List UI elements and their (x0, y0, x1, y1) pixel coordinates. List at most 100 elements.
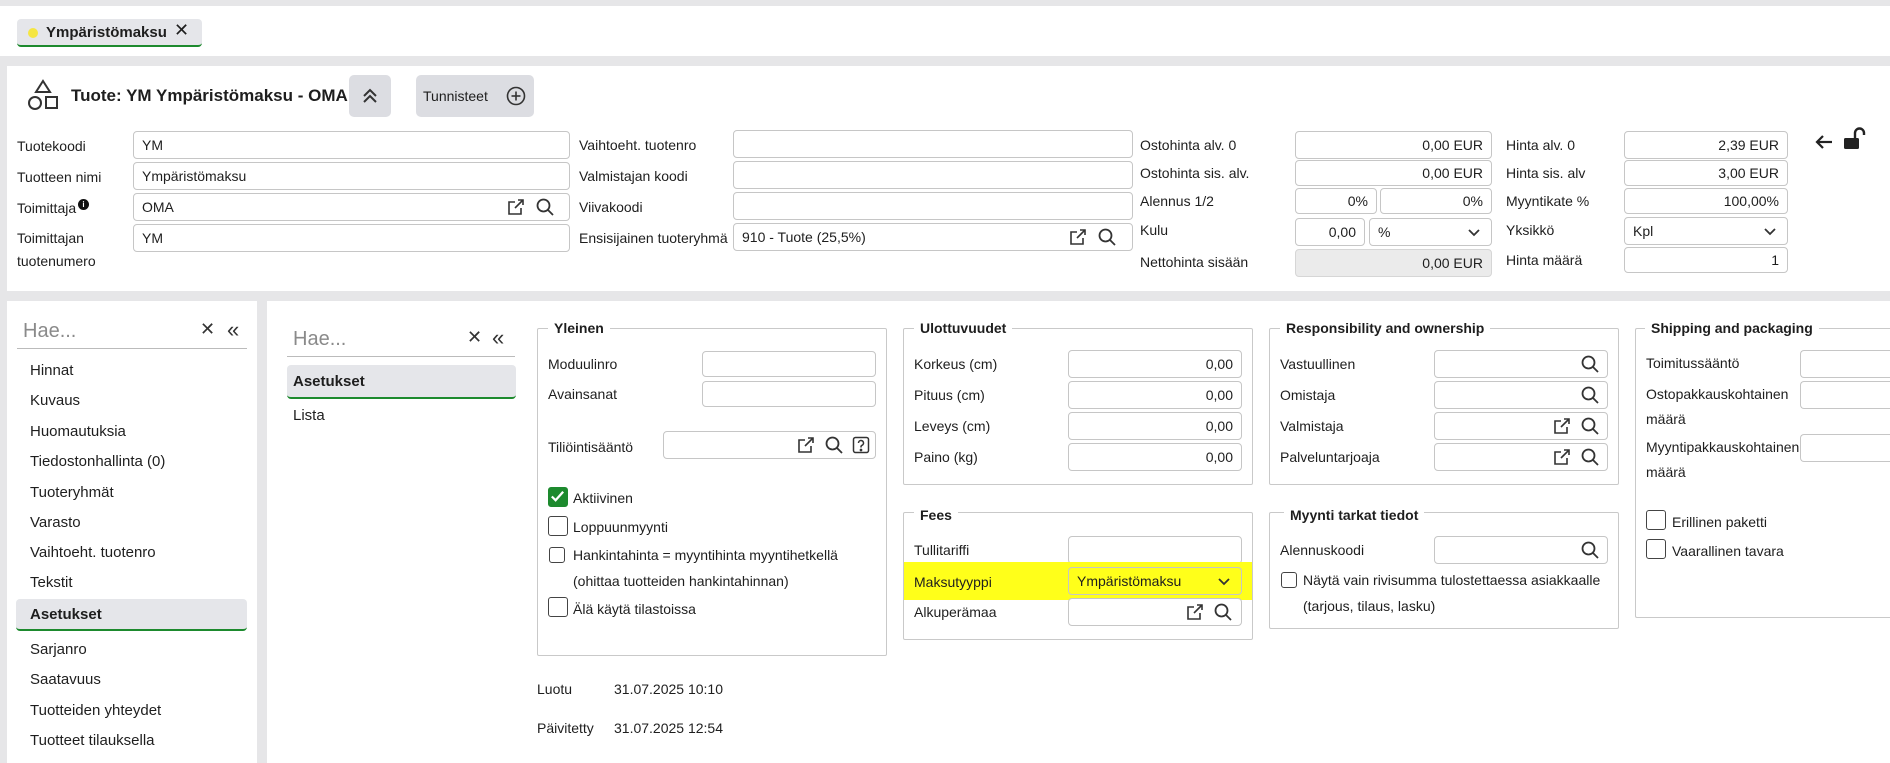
sidebar-item-tuotteet-tilauksella[interactable]: Tuotteet tilauksella (30, 732, 155, 749)
collapse-header-button[interactable] (349, 75, 391, 117)
ostohinta-alv0-input[interactable]: 0,00 EUR (1295, 131, 1492, 159)
sidebar-item-varasto[interactable]: Varasto (30, 514, 81, 531)
myyntipakkaus-label-1: Myyntipakkauskohtainen (1646, 439, 1800, 455)
kulu-label: Kulu (1140, 222, 1169, 238)
nettohinta-label: Nettohinta sisään (1140, 254, 1249, 270)
sidebar-item-saatavuus[interactable]: Saatavuus (30, 671, 101, 688)
tiliointisaanto-input[interactable] (663, 431, 876, 459)
hinta-alv0-input[interactable]: 2,39 EUR (1624, 131, 1788, 159)
yksikko-label: Yksikkö (1506, 222, 1555, 238)
open-external-icon[interactable] (796, 435, 816, 455)
valmistajan-koodi-label: Valmistajan koodi (579, 168, 688, 184)
kulu-unit-select[interactable]: % (1369, 218, 1492, 246)
search-icon[interactable] (1580, 540, 1600, 560)
alennus1-input[interactable]: 0% (1295, 188, 1377, 214)
yksikko-value: Kpl (1633, 223, 1654, 239)
currency-unit: EUR (1453, 137, 1483, 153)
collapse-left-icon[interactable]: « (227, 317, 239, 343)
ostopakkaus-input[interactable] (1800, 381, 1890, 409)
pituus-input[interactable]: 0,00 (1068, 381, 1242, 409)
open-external-icon[interactable] (506, 197, 526, 217)
aktiivinen-checkbox[interactable] (548, 487, 568, 507)
vaarallinen-tavara-checkbox[interactable] (1646, 539, 1666, 559)
tuotteen-nimi-label: Tuotteen nimi (17, 169, 102, 185)
moduulinro-input[interactable] (702, 351, 876, 377)
vastuullinen-label: Vastuullinen (1280, 356, 1356, 372)
korkeus-input[interactable]: 0,00 (1068, 350, 1242, 378)
toimitussaanto-input[interactable] (1800, 350, 1890, 378)
sidebar-item-tuoteryhmat[interactable]: Tuoteryhmät (30, 484, 114, 501)
back-arrow-icon[interactable] (1812, 130, 1836, 154)
search-icon[interactable] (1580, 447, 1600, 467)
search-icon[interactable] (535, 197, 555, 217)
ostohinta-sis-input[interactable]: 0,00 EUR (1295, 160, 1492, 186)
search-icon[interactable] (1097, 227, 1117, 247)
avainsanat-input[interactable] (702, 381, 876, 407)
maksutyyppi-select[interactable]: Ympäristömaksu (1068, 567, 1242, 595)
clear-icon[interactable]: ✕ (467, 327, 482, 348)
clear-icon[interactable]: ✕ (200, 319, 215, 340)
sidebar-search-input[interactable]: Hae... (23, 320, 76, 343)
open-external-icon[interactable] (1552, 447, 1572, 467)
tags-button[interactable]: Tunnisteet (416, 75, 534, 117)
sidebar-item-huomautuksia[interactable]: Huomautuksia (30, 423, 126, 440)
search-icon[interactable] (824, 435, 844, 455)
collapse-left-icon[interactable]: « (492, 325, 504, 351)
subnav-search-input[interactable]: Hae... (293, 328, 346, 351)
sidebar-item-asetukset[interactable]: Asetukset (30, 606, 102, 623)
erillinen-paketti-checkbox[interactable] (1646, 510, 1666, 530)
tab-ymparistomaksu[interactable]: Ympäristömaksu ✕ (17, 19, 202, 47)
unlock-icon[interactable] (1841, 126, 1867, 152)
tullitariffi-input[interactable] (1068, 536, 1242, 564)
hinta-sis-input[interactable]: 3,00 EUR (1624, 160, 1788, 186)
alennuskoodi-label: Alennuskoodi (1280, 542, 1365, 558)
tuotekoodi-input[interactable]: YM (133, 131, 570, 159)
loppuunmyynti-checkbox[interactable] (548, 516, 568, 536)
sidebar-item-vaihtoeht[interactable]: Vaihtoeht. tuotenro (30, 544, 156, 561)
hinta-sis-label: Hinta sis. alv (1506, 165, 1586, 181)
toimittajan-tuotenumero-input[interactable]: YM (133, 224, 570, 252)
ala-kayta-checkbox[interactable] (548, 597, 568, 617)
help-icon[interactable] (851, 435, 871, 455)
open-external-icon[interactable] (1185, 602, 1205, 622)
vaihtoeht-tuotenro-input[interactable] (733, 130, 1133, 158)
toimittaja-input[interactable]: OMA (133, 193, 570, 221)
viivakoodi-input[interactable] (733, 192, 1133, 220)
hinta-maara-label: Hinta määrä (1506, 252, 1583, 268)
kulu-input[interactable]: 0,00 (1295, 218, 1365, 246)
sidebar-item-tekstit[interactable]: Tekstit (30, 574, 73, 591)
maksutyyppi-label: Maksutyyppi (914, 574, 992, 590)
leveys-input[interactable]: 0,00 (1068, 412, 1242, 440)
hinta-maara-input[interactable]: 1 (1624, 247, 1788, 273)
search-icon[interactable] (1580, 385, 1600, 405)
myyntikate-input[interactable]: 100,00% (1624, 188, 1788, 214)
yksikko-select[interactable]: Kpl (1624, 217, 1788, 245)
sidebar-search[interactable]: Hae... ✕ « (17, 313, 247, 349)
valmistajan-koodi-input[interactable] (733, 161, 1133, 189)
sidebar-item-kuvaus[interactable]: Kuvaus (30, 392, 80, 409)
sidebar-item-tuotteiden-yhteydet[interactable]: Tuotteiden yhteydet (30, 702, 161, 719)
alennus2-input[interactable]: 0% (1380, 188, 1492, 214)
tuotteen-nimi-input[interactable]: Ympäristömaksu (133, 162, 570, 190)
ala-kayta-label: Älä käytä tilastoissa (573, 601, 696, 617)
ostopakkaus-label-1: Ostopakkauskohtainen (1646, 386, 1789, 402)
close-icon[interactable]: ✕ (174, 20, 189, 41)
subnav-item-lista[interactable]: Lista (293, 407, 325, 424)
nayta-rivisumma-label-1: Näytä vain rivisumma tulostettaessa asia… (1303, 572, 1601, 588)
search-icon[interactable] (1580, 416, 1600, 436)
search-icon[interactable] (1580, 354, 1600, 374)
leveys-label: Leveys (cm) (914, 418, 991, 434)
subnav-item-asetukset[interactable]: Asetukset (293, 373, 365, 390)
sidebar-item-tiedostonhallinta[interactable]: Tiedostonhallinta (0) (30, 453, 165, 470)
open-external-icon[interactable] (1068, 227, 1088, 247)
open-external-icon[interactable] (1552, 416, 1572, 436)
nayta-rivisumma-checkbox[interactable] (1281, 572, 1297, 588)
sidebar-item-hinnat[interactable]: Hinnat (30, 362, 73, 379)
search-icon[interactable] (1213, 602, 1233, 622)
hankintahinta-checkbox[interactable] (549, 547, 565, 563)
myyntipakkaus-input[interactable] (1800, 434, 1890, 462)
subnav-search[interactable]: Hae... ✕ « (287, 321, 515, 357)
info-icon[interactable]: i (78, 199, 89, 210)
sidebar-item-sarjanro[interactable]: Sarjanro (30, 641, 87, 658)
paino-input[interactable]: 0,00 (1068, 443, 1242, 471)
